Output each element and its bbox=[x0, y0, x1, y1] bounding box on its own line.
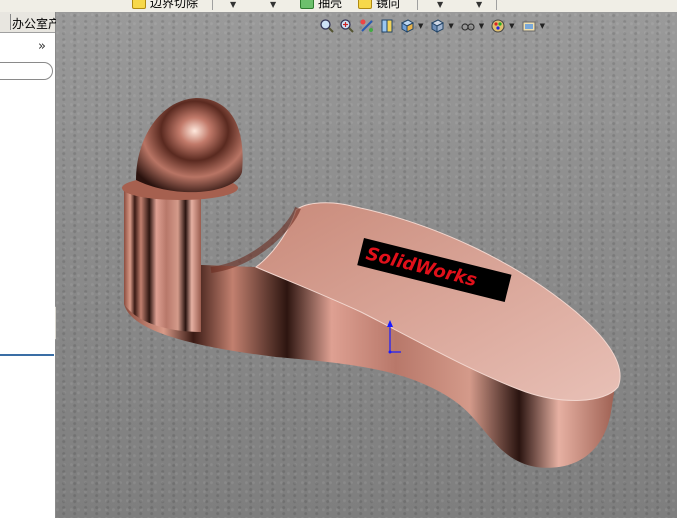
shell-label: 抽壳 bbox=[318, 0, 343, 10]
toolbar-separator bbox=[496, 0, 497, 10]
boundary-cut-button[interactable]: 边界切除 bbox=[132, 0, 198, 10]
mirror-icon bbox=[358, 0, 372, 9]
panel-selection-line bbox=[0, 354, 54, 356]
dome-cap bbox=[136, 98, 243, 193]
dropdown-arrow-icon[interactable]: ▼ bbox=[476, 0, 482, 10]
shell-icon bbox=[300, 0, 314, 9]
cylinder-body bbox=[124, 187, 201, 332]
tab-divider bbox=[10, 14, 11, 30]
shell-button[interactable]: 抽壳 bbox=[300, 0, 342, 10]
panel-tab-row: 办公室产品 bbox=[0, 12, 72, 33]
copper-part-model: SolidWorks bbox=[122, 98, 621, 468]
dropdown-arrow-icon[interactable]: ▼ bbox=[230, 0, 236, 10]
toolbar-separator bbox=[417, 0, 418, 10]
panel-filter-field[interactable] bbox=[0, 62, 53, 80]
expand-panel-button[interactable]: » bbox=[38, 40, 46, 54]
toolbar-separator bbox=[212, 0, 213, 10]
graphics-viewport[interactable]: ▼ ▼ ▼ ▼ ▼ SolidWorks bbox=[56, 12, 677, 518]
boundary-cut-label: 边界切除 bbox=[150, 0, 199, 10]
dropdown-arrow-icon[interactable]: ▼ bbox=[437, 0, 443, 10]
boundary-cut-icon bbox=[132, 0, 146, 9]
mirror-label: 镜向 bbox=[376, 0, 401, 10]
mirror-button[interactable]: 镜向 bbox=[358, 0, 400, 10]
feature-manager-panel: 办公室产品 » bbox=[0, 12, 72, 518]
dropdown-arrow-icon[interactable]: ▼ bbox=[270, 0, 276, 10]
